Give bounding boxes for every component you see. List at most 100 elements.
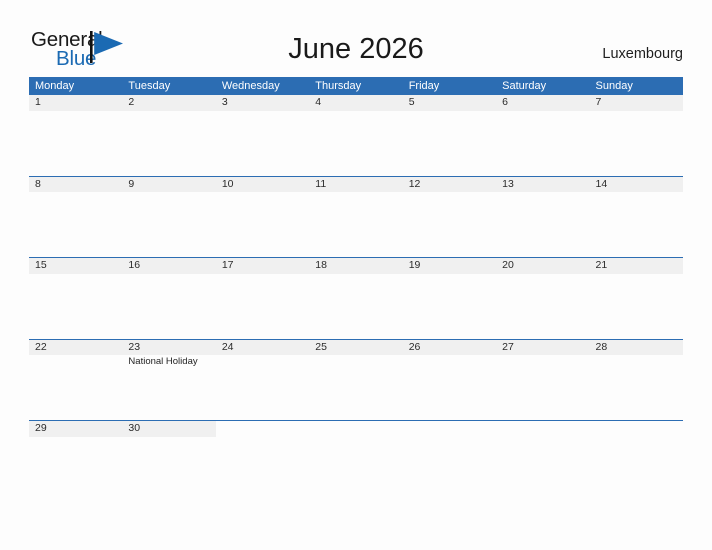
day-events bbox=[216, 192, 309, 193]
day-events bbox=[496, 274, 589, 275]
day-events bbox=[309, 437, 402, 438]
day-events bbox=[496, 355, 589, 356]
day-events bbox=[403, 192, 496, 193]
day-number: 16 bbox=[122, 258, 216, 274]
calendar-day-cell[interactable]: 10 bbox=[215, 176, 310, 258]
calendar-day-cell[interactable]: 17 bbox=[215, 258, 310, 339]
day-number: 29 bbox=[29, 421, 123, 437]
calendar-day-cell[interactable]: 26 bbox=[402, 339, 497, 421]
day-number: 9 bbox=[122, 176, 216, 192]
calendar-day-cell[interactable]: 13 bbox=[496, 176, 590, 258]
calendar-day-cell[interactable]: 30 bbox=[122, 421, 216, 457]
day-number bbox=[216, 421, 309, 437]
calendar-day-cell[interactable]: 14 bbox=[589, 176, 683, 258]
calendar-day-cell[interactable]: 9 bbox=[122, 176, 216, 258]
weekday-header-wednesday: Wednesday bbox=[221, 80, 280, 92]
calendar-week-cells: 22 23 National Holiday 24 25 26 27 28 bbox=[29, 339, 683, 421]
day-events bbox=[590, 111, 683, 112]
day-events bbox=[496, 111, 589, 112]
day-number: 30 bbox=[122, 421, 216, 437]
calendar-day-cell[interactable]: 22 bbox=[29, 339, 123, 421]
calendar-day-cell bbox=[309, 421, 402, 457]
calendar-day-cell[interactable]: 25 bbox=[309, 339, 403, 421]
day-events bbox=[122, 437, 215, 438]
day-number: 27 bbox=[496, 339, 590, 355]
day-number: 2 bbox=[122, 95, 216, 111]
calendar-day-cell[interactable]: 15 bbox=[29, 258, 123, 339]
calendar-week-row: 29 30 bbox=[29, 420, 683, 457]
page-header: General Blue June 2026 Luxembourg bbox=[0, 0, 712, 76]
calendar-day-cell[interactable]: 29 bbox=[29, 421, 123, 457]
calendar-week-cells: 29 30 bbox=[29, 421, 683, 457]
day-number: 5 bbox=[402, 95, 497, 111]
calendar-day-cell[interactable]: 4 bbox=[309, 95, 403, 176]
day-events bbox=[309, 111, 402, 112]
calendar-day-cell[interactable]: 11 bbox=[309, 176, 403, 258]
day-number: 25 bbox=[309, 339, 403, 355]
day-events bbox=[496, 437, 589, 438]
day-number: 26 bbox=[402, 339, 497, 355]
calendar-day-cell[interactable]: 21 bbox=[589, 258, 683, 339]
calendar-week-cells: 8 9 10 11 12 13 14 bbox=[29, 176, 683, 258]
calendar-week-cells: 15 16 17 18 19 20 21 bbox=[29, 258, 683, 339]
calendar-grid: Monday Tuesday Wednesday Thursday Friday… bbox=[29, 77, 683, 457]
day-number: 4 bbox=[309, 95, 403, 111]
calendar-day-cell[interactable]: 19 bbox=[402, 258, 497, 339]
day-number: 6 bbox=[496, 95, 590, 111]
day-number: 7 bbox=[589, 95, 683, 111]
calendar-day-cell[interactable]: 6 bbox=[496, 95, 590, 176]
calendar-day-cell[interactable]: 18 bbox=[309, 258, 403, 339]
day-number bbox=[403, 421, 496, 437]
day-events bbox=[216, 274, 309, 275]
day-events bbox=[309, 355, 402, 356]
day-events bbox=[590, 355, 683, 356]
day-events bbox=[29, 355, 122, 356]
day-number: 1 bbox=[29, 95, 123, 111]
weekday-header-friday: Friday bbox=[408, 80, 440, 92]
calendar-week-row: 1234567 bbox=[29, 95, 683, 176]
day-event-label: National Holiday bbox=[128, 356, 198, 367]
day-events bbox=[590, 274, 683, 275]
calendar-day-cell[interactable]: 12 bbox=[402, 176, 497, 258]
calendar-day-cell[interactable]: 2 bbox=[122, 95, 216, 176]
day-events bbox=[216, 355, 309, 356]
day-events bbox=[122, 111, 215, 112]
day-events bbox=[122, 274, 215, 275]
day-events bbox=[403, 355, 496, 356]
calendar-day-cell[interactable]: 3 bbox=[215, 95, 310, 176]
calendar-day-cell[interactable]: 27 bbox=[496, 339, 590, 421]
calendar-day-cell[interactable]: 16 bbox=[122, 258, 216, 339]
day-number: 24 bbox=[215, 339, 310, 355]
calendar-day-cell[interactable]: 28 bbox=[589, 339, 683, 421]
day-number: 23 bbox=[122, 339, 216, 355]
day-number: 28 bbox=[589, 339, 683, 355]
day-events bbox=[403, 111, 496, 112]
day-events bbox=[216, 437, 309, 438]
day-events bbox=[29, 274, 122, 275]
calendar-week-row: 22 23 National Holiday 24 25 26 27 28 bbox=[29, 338, 683, 421]
day-number: 8 bbox=[29, 176, 123, 192]
calendar-day-cell[interactable]: 1 bbox=[29, 95, 123, 176]
day-number: 14 bbox=[589, 176, 683, 192]
calendar-day-cell[interactable]: 7 bbox=[589, 95, 683, 176]
calendar-day-cell[interactable]: 8 bbox=[29, 176, 123, 258]
calendar-page: General Blue June 2026 Luxembourg Monday… bbox=[0, 0, 712, 550]
calendar-day-cell[interactable]: 20 bbox=[496, 258, 590, 339]
day-number: 10 bbox=[215, 176, 310, 192]
calendar-day-cell bbox=[496, 421, 589, 457]
calendar-day-cell[interactable]: 23 National Holiday bbox=[122, 339, 216, 421]
day-number: 22 bbox=[29, 339, 123, 355]
calendar-weeks: 1 2 3 4 5 6 7 8 9 10 11 12 13 14 15 16 17 18 19 20 21 22 23 Nat… bbox=[29, 95, 683, 457]
calendar-day-cell[interactable]: 24 bbox=[215, 339, 310, 421]
day-number: 15 bbox=[29, 258, 123, 274]
region-label: Luxembourg bbox=[602, 46, 683, 62]
day-events bbox=[122, 192, 215, 193]
calendar-day-cell[interactable]: 5 bbox=[402, 95, 497, 176]
day-events: National Holiday bbox=[122, 355, 215, 368]
day-number: 3 bbox=[215, 95, 310, 111]
day-events bbox=[403, 437, 496, 438]
day-events bbox=[216, 111, 309, 112]
calendar-day-cell bbox=[216, 421, 309, 457]
day-events bbox=[29, 437, 122, 438]
day-events bbox=[590, 192, 683, 193]
